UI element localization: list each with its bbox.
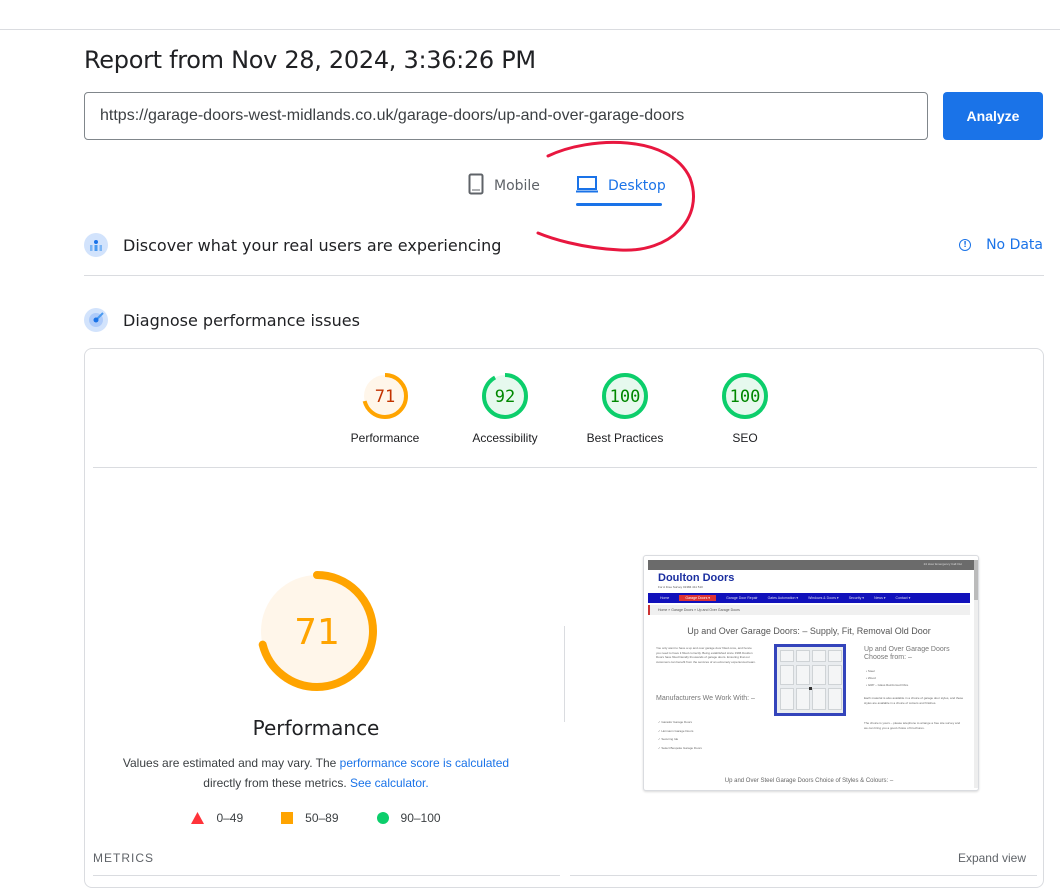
site-choose-heading: Up and Over Garage Doors Choose from: – [864, 646, 950, 661]
analyze-button[interactable]: Analyze [943, 92, 1043, 140]
score-gauge-performance[interactable]: 71 Performance [335, 371, 435, 445]
crux-heading: Discover what your real users are experi… [123, 235, 502, 255]
square-icon [281, 812, 294, 824]
metrics-heading: METRICS [93, 851, 154, 865]
gauge-label: Accessibility [472, 431, 538, 445]
url-input[interactable] [84, 92, 928, 140]
desc-text-2: directly from these metrics. [203, 776, 350, 790]
score-legend: 0–49 50–89 90–100 [85, 811, 547, 825]
circle-icon [376, 812, 389, 824]
tab-desktop[interactable]: Desktop [576, 165, 666, 207]
legend-pass: 90–100 [376, 811, 441, 825]
gauge-score-value: 71 [375, 387, 395, 407]
vertical-separator [564, 626, 565, 722]
no-data-label: No Data [986, 237, 1043, 253]
info-icon: ! [959, 239, 972, 251]
phone-icon [468, 173, 484, 199]
garage-door-image [774, 644, 846, 716]
gauge-ring: 71 [362, 373, 408, 419]
gauge-label: Performance [350, 431, 420, 445]
gauge-ring: 100 [602, 373, 648, 419]
score-gauge-seo[interactable]: 100 SEO [695, 371, 795, 445]
site-top-bar: 24 Hour Emergency Call Out [648, 560, 974, 570]
legend-average-label: 50–89 [305, 811, 339, 825]
active-tab-indicator [576, 203, 662, 206]
gauge-divider [93, 467, 1037, 468]
report-title: Report from Nov 28, 2024, 3:36:26 PM [84, 46, 536, 74]
no-data-link[interactable]: ! No Data [959, 237, 1043, 253]
report-card: 71 Performance 92 Accessibility 100 Best Prac… [84, 348, 1044, 888]
top-bar [0, 0, 1060, 30]
gauge-score-value: 100 [610, 387, 641, 407]
site-choose-list: • Steel • Wood • GRP – Glass Reinforced … [866, 669, 909, 687]
users-icon [84, 233, 108, 257]
page-screenshot-thumbnail: 24 Hour Emergency Call Out Doulton Doors… [643, 555, 979, 791]
site-brand: Doulton Doors [658, 572, 735, 584]
diagnose-section: Diagnose performance issues [84, 300, 1044, 340]
score-gauge-best-practices[interactable]: 100 Best Practices [575, 371, 675, 445]
legend-average: 50–89 [281, 811, 339, 825]
site-manufacturers-heading: Manufacturers We Work With: – [656, 695, 755, 702]
score-calculation-link[interactable]: performance score is calculated [340, 756, 509, 770]
site-manufacturers-list: ✓ Garador Garage Doors ✓ Hormann Garage … [658, 720, 702, 750]
crux-section: Discover what your real users are experi… [84, 225, 1044, 265]
site-tagline: For A Free Survey 01384 411 510 [658, 585, 703, 589]
section-divider [84, 275, 1044, 276]
performance-score-value: 71 [294, 612, 340, 653]
diagnose-heading: Diagnose performance issues [123, 310, 360, 330]
gauge-score-value: 92 [495, 387, 515, 407]
score-gauge-accessibility[interactable]: 92 Accessibility [455, 371, 555, 445]
performance-description: Values are estimated and may vary. The p… [105, 753, 527, 793]
tab-mobile[interactable]: Mobile [468, 165, 540, 207]
gauge-score-value: 100 [730, 387, 761, 407]
gauge-label: SEO [732, 431, 758, 445]
tab-desktop-label: Desktop [608, 178, 666, 194]
gauge-ring: 92 [482, 373, 528, 419]
site-material-text: Each material is also available in a cho… [864, 696, 964, 705]
laptop-icon [576, 175, 598, 197]
desc-text: Values are estimated and may vary. The [122, 756, 340, 770]
tab-mobile-label: Mobile [494, 178, 540, 194]
site-choice-text: The choice is yours – please telephone t… [864, 721, 961, 730]
legend-pass-label: 90–100 [400, 811, 441, 825]
site-footer-heading: Up and Over Steel Garage Doors Choice of… [724, 778, 894, 784]
expand-view-toggle[interactable]: Expand view [958, 851, 1026, 865]
score-gauges: 71 Performance 92 Accessibility 100 Best Prac… [85, 371, 1045, 451]
see-calculator-link[interactable]: See calculator. [350, 776, 429, 790]
site-intro: You only want to have a up and over gara… [656, 646, 756, 664]
gauge-label: Best Practices [586, 431, 664, 445]
site-breadcrumb: Home » Garage Doors » Up and Over Garage… [648, 605, 970, 615]
site-scrollbar [974, 560, 978, 788]
site-heading: Up and Over Garage Doors: – Supply, Fit,… [687, 626, 931, 636]
performance-title: Performance [252, 716, 380, 740]
triangle-icon [191, 812, 205, 824]
gauge-ring: 100 [722, 373, 768, 419]
radar-icon [84, 308, 108, 332]
site-nav: Home Garage Doors ▾ Garage Door Repair G… [648, 593, 970, 603]
performance-big-gauge: 71 [257, 571, 377, 691]
legend-fail-label: 0–49 [216, 811, 244, 825]
legend-fail: 0–49 [191, 811, 243, 825]
